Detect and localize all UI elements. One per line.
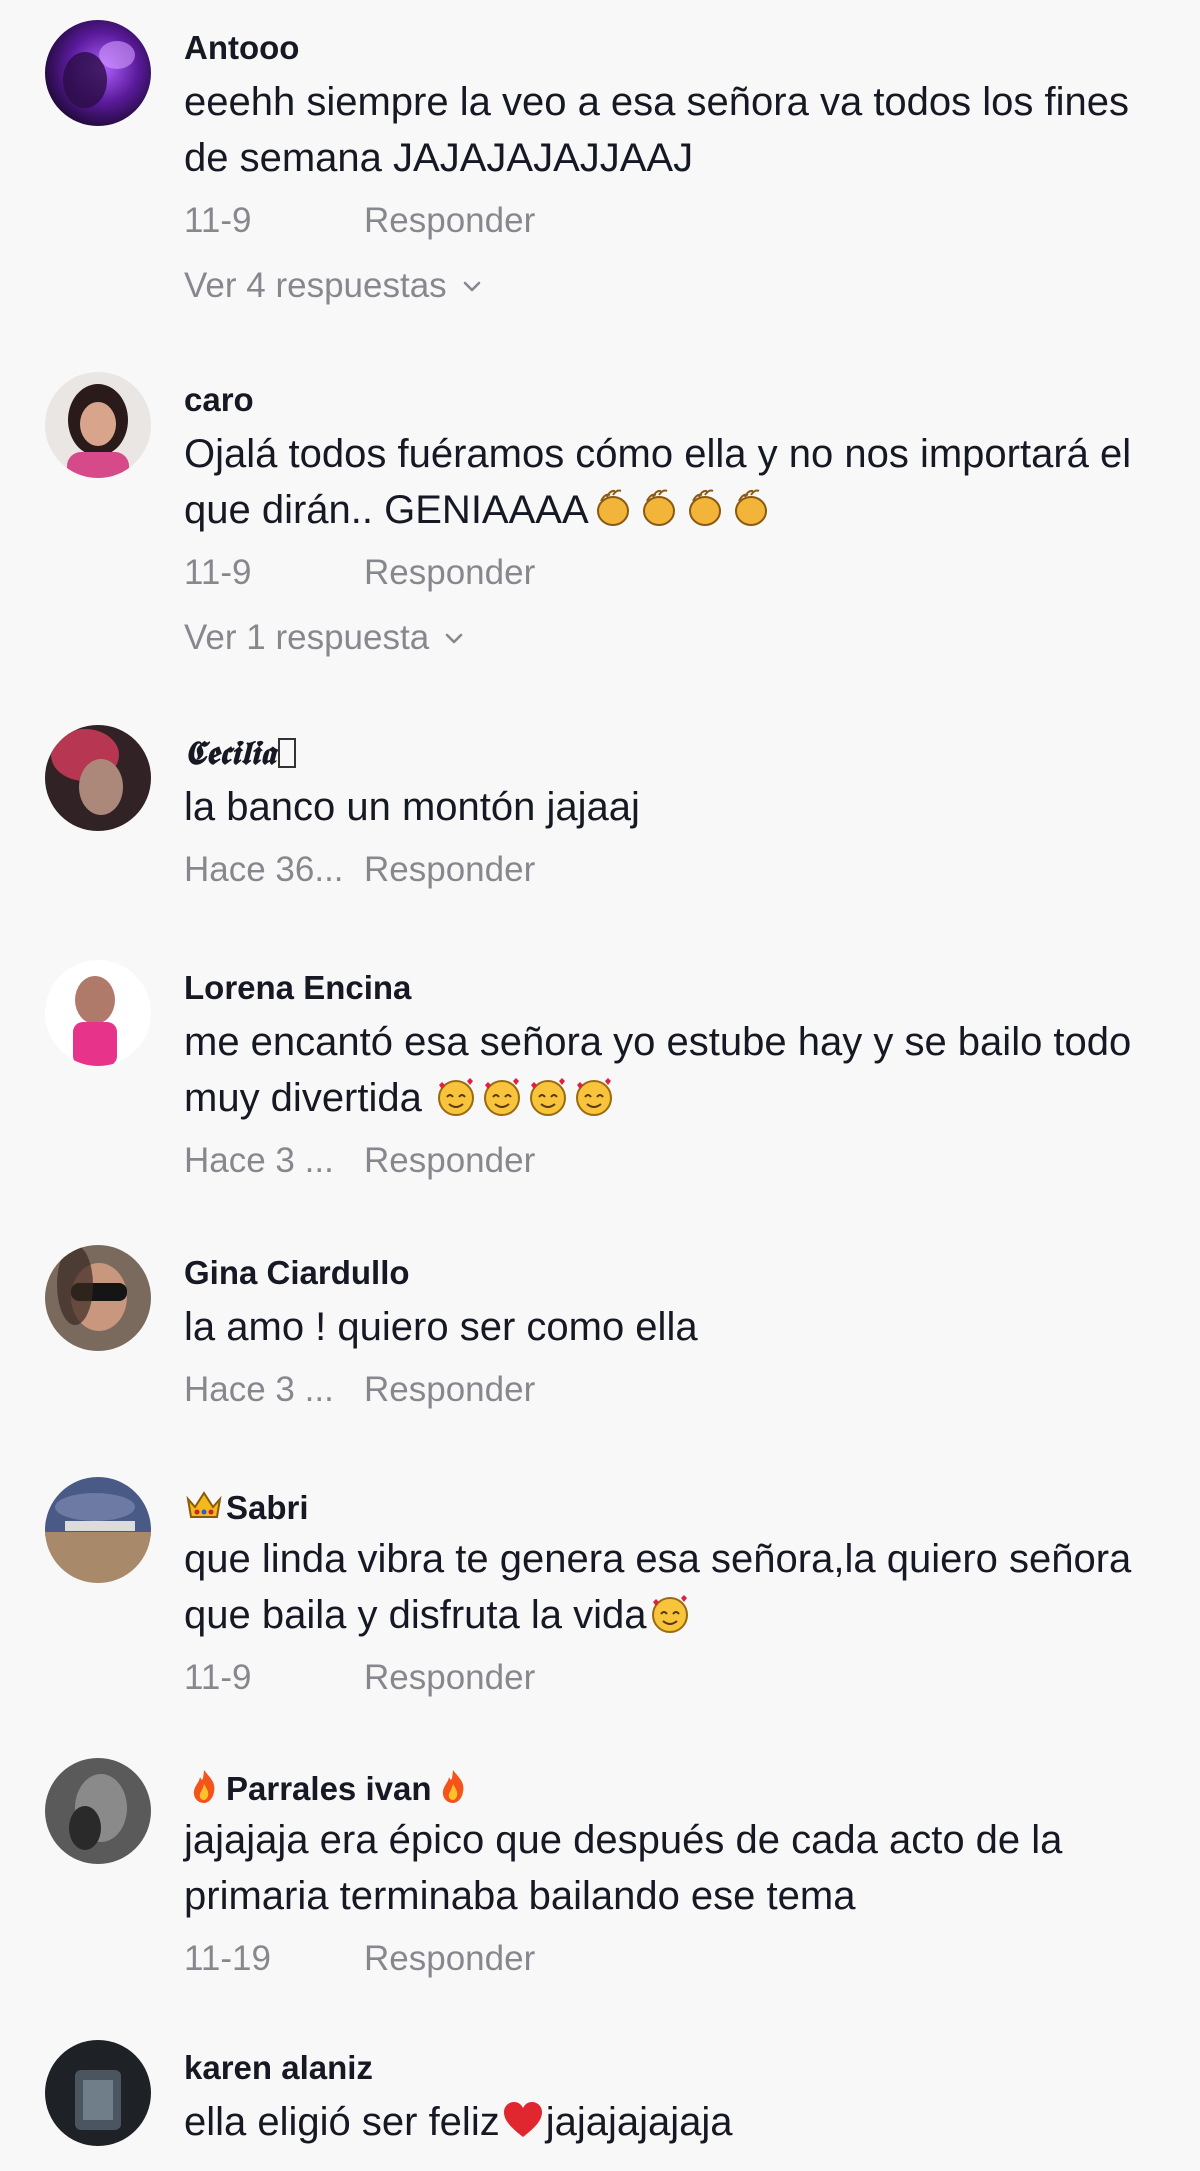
comment-username-label: Parrales ivan xyxy=(226,1770,432,1807)
comment-meta: 11-9 Responder xyxy=(184,548,1180,598)
comment-date: 11-9 xyxy=(184,553,252,592)
comment-meta: Hace 3 ... Responder xyxy=(184,1365,1180,1415)
comment-date: Hace 3 ... xyxy=(184,1141,334,1180)
comment-body: Lorena Encina me encantó esa señora yo e… xyxy=(184,960,1180,1186)
unknown-glyph-icon xyxy=(278,738,297,768)
view-replies-label: Ver 1 respuesta xyxy=(184,618,430,657)
comment-body: Parrales ivan jajajaja era épico que des… xyxy=(184,1758,1180,1984)
comment-username[interactable]: caro xyxy=(184,380,1180,420)
avatar[interactable] xyxy=(45,372,151,478)
comment-body: Gina Ciardullo la amo ! quiero ser como … xyxy=(184,1245,1180,1415)
comment-username[interactable]: Gina Ciardullo xyxy=(184,1253,1180,1293)
comment-meta: Hace 3 ... Responder xyxy=(184,1136,1180,1186)
red-heart-emoji-icon xyxy=(500,2097,546,2143)
comment-date: Hace 36... xyxy=(184,850,344,889)
comment-text: me encantó esa señora yo estube hay y se… xyxy=(184,1014,1180,1126)
clapping-hands-emoji-icon xyxy=(681,485,727,531)
reply-button[interactable]: Responder xyxy=(364,1365,535,1415)
comment-text-after: jajajajajaja xyxy=(545,2100,733,2144)
comment-text: Ojalá todos fuéramos cómo ella y no nos … xyxy=(184,426,1180,538)
reply-button[interactable]: Responder xyxy=(364,845,535,895)
comment-body: 𝕮𝖊𝖈𝖎𝖑𝖎𝖆 la banco un montón jajaaj Hace 3… xyxy=(184,725,1180,895)
comment-username[interactable]: karen alaniz xyxy=(184,2048,1180,2088)
comment-username[interactable]: Antooo xyxy=(184,28,1180,68)
fire-emoji-icon xyxy=(184,1766,224,1806)
crown-emoji-icon xyxy=(184,1485,224,1525)
smiling-face-with-hearts-emoji-icon xyxy=(571,1073,617,1119)
view-replies-label: Ver 4 respuestas xyxy=(184,266,447,305)
comment-date: 11-19 xyxy=(184,1939,271,1978)
comment-username[interactable]: Lorena Encina xyxy=(184,968,1180,1008)
comment-username[interactable]: 𝕮𝖊𝖈𝖎𝖑𝖎𝖆 xyxy=(184,733,1180,773)
avatar[interactable] xyxy=(45,1245,151,1351)
comment-date: Hace 3 ... xyxy=(184,1370,334,1409)
chevron-down-icon xyxy=(445,633,463,644)
comment-date: 11-9 xyxy=(184,1658,252,1697)
reply-button[interactable]: Responder xyxy=(364,1653,535,1703)
comment-username[interactable]: Sabri xyxy=(184,1485,1180,1526)
comment-username-label: Sabri xyxy=(226,1489,309,1526)
comment-meta: 11-9 Responder xyxy=(184,1653,1180,1703)
avatar[interactable] xyxy=(45,20,151,126)
reply-button[interactable]: Responder xyxy=(364,1136,535,1186)
avatar[interactable] xyxy=(45,960,151,1066)
view-replies-button[interactable]: Ver 1 respuesta xyxy=(184,613,465,663)
clapping-hands-emoji-icon xyxy=(589,485,635,531)
comment-text: que linda vibra te genera esa señora,la … xyxy=(184,1531,1180,1643)
fire-emoji-icon xyxy=(433,1766,473,1806)
chevron-down-icon xyxy=(463,281,480,292)
comment-body: karen alaniz ella eligió ser feliz jajaja… xyxy=(184,2040,1180,2150)
reply-button[interactable]: Responder xyxy=(364,548,535,598)
comment-text-content: me encantó esa señora yo estube hay y se… xyxy=(184,1020,1143,1120)
comment-text: jajajaja era épico que después de cada a… xyxy=(184,1818,1074,1918)
smiling-face-with-hearts-emoji-icon xyxy=(479,1073,525,1119)
reply-button[interactable]: Responder xyxy=(364,1934,535,1984)
avatar[interactable] xyxy=(45,1758,151,1864)
smiling-face-with-hearts-emoji-icon xyxy=(525,1073,571,1119)
comment-meta: 11-9 Responder xyxy=(184,196,1180,246)
comment-body: caro Ojalá todos fuéramos cómo ella y no… xyxy=(184,372,1180,663)
comment-body: Sabri que linda vibra te genera esa seño… xyxy=(184,1477,1180,1703)
avatar[interactable] xyxy=(45,725,151,831)
comment-meta: Hace 36... Responder xyxy=(184,845,1180,895)
clapping-hands-emoji-icon xyxy=(635,485,681,531)
comment-username[interactable]: Parrales ivan xyxy=(184,1766,1180,1807)
avatar[interactable] xyxy=(45,2040,151,2146)
comment-text: ella eligió ser feliz jajajajajaja xyxy=(184,2094,1180,2150)
comment-text-before: ella eligió ser feliz xyxy=(184,2100,500,2144)
comment-date: 11-9 xyxy=(184,201,252,240)
smiling-face-with-hearts-emoji-icon xyxy=(647,1590,693,1636)
reply-button[interactable]: Responder xyxy=(364,196,535,246)
avatar[interactable] xyxy=(45,1477,151,1583)
comment-username-label: 𝕮𝖊𝖈𝖎𝖑𝖎𝖆 xyxy=(184,733,276,772)
comment-meta: 11-19 Responder xyxy=(184,1934,1180,1984)
comment-text: la amo ! quiero ser como ella xyxy=(184,1305,698,1349)
view-replies-button[interactable]: Ver 4 respuestas xyxy=(184,261,483,311)
clapping-hands-emoji-icon xyxy=(727,485,773,531)
comment-text: eeehh siempre la veo a esa señora va tod… xyxy=(184,80,1141,180)
comment-text: la banco un montón jajaaj xyxy=(184,785,640,829)
comment-body: Antooo eeehh siempre la veo a esa señora… xyxy=(184,20,1180,311)
smiling-face-with-hearts-emoji-icon xyxy=(433,1073,479,1119)
